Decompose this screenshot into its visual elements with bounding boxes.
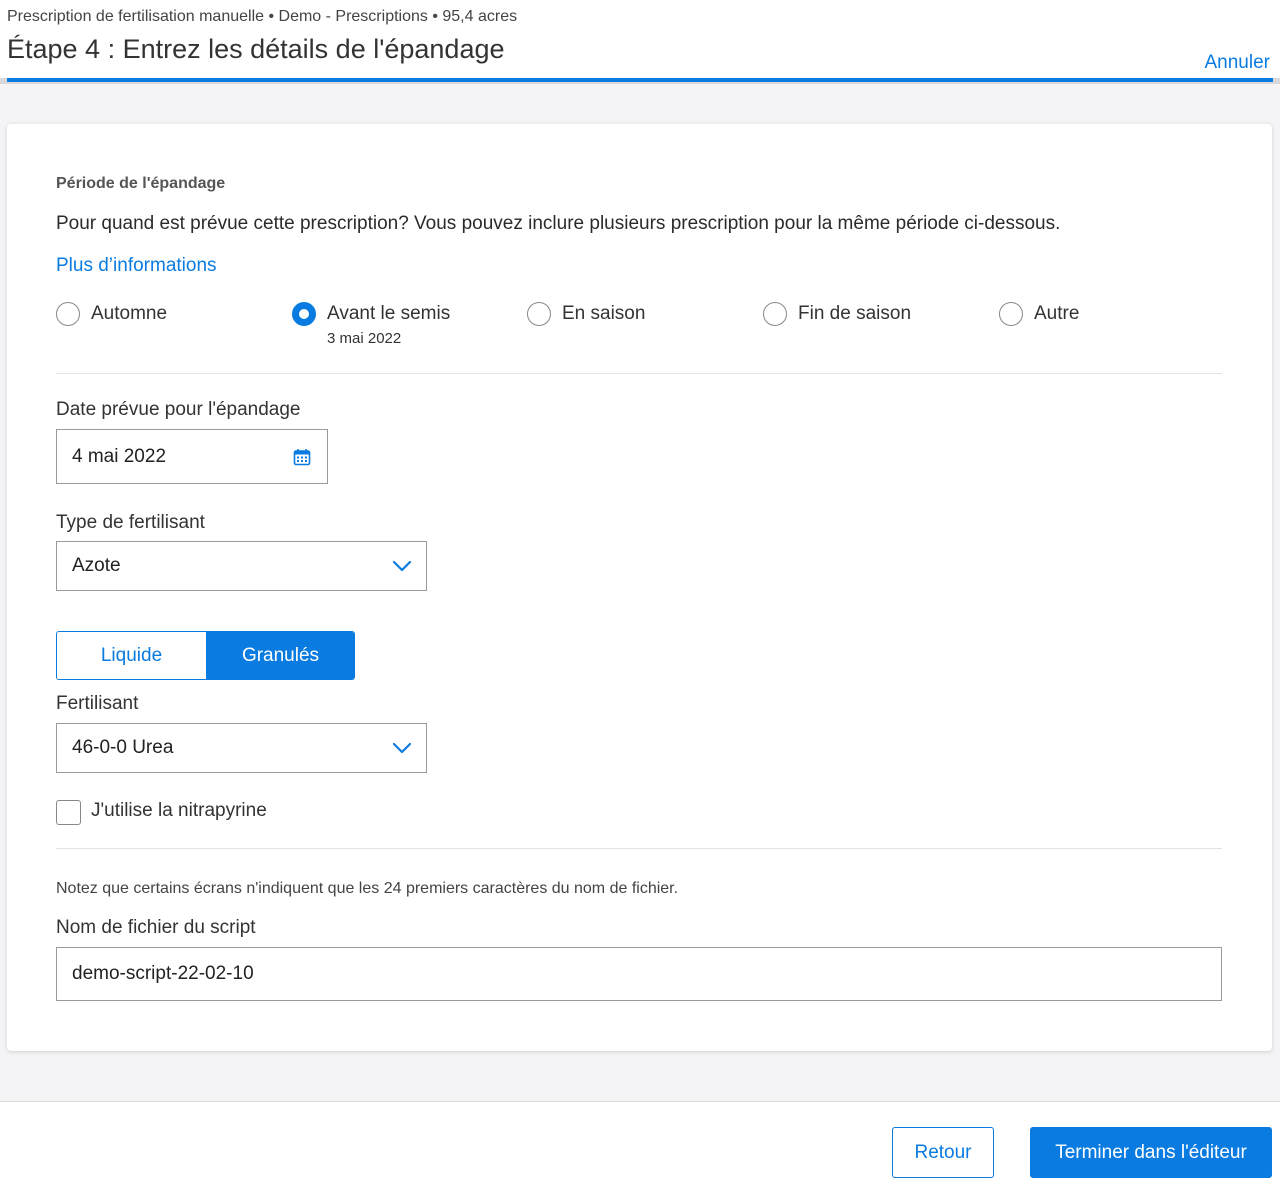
script-filename-label: Nom de fichier du script [56, 917, 256, 938]
page-title: Étape 4 : Entrez les détails de l'épanda… [7, 34, 505, 64]
fertilizer-value: 46-0-0 Urea [72, 737, 174, 758]
script-filename-value: demo-script-22-02-10 [72, 963, 254, 984]
progress-bar [0, 78, 1280, 84]
nitrapyrin-label: J'utilise la nitrapyrine [91, 800, 267, 821]
progress-bar-fill [7, 78, 1273, 82]
radio-option-fin-de-saison[interactable]: Fin de saison [763, 302, 983, 362]
radio-button[interactable] [527, 302, 551, 326]
date-field-label: Date prévue pour l'épandage [56, 399, 301, 420]
toggle-granular-button[interactable]: Granulés [206, 632, 354, 679]
period-section-title: Période de l'épandage [56, 175, 226, 192]
radio-button[interactable] [763, 302, 787, 326]
radio-option-en-saison[interactable]: En saison [527, 302, 747, 362]
form-toggle-group: Liquide Granulés [56, 631, 355, 680]
more-info-link[interactable]: Plus d’informations [56, 255, 217, 277]
finish-in-editor-button[interactable]: Terminer dans l'éditeur [1030, 1127, 1272, 1178]
radio-option-autre[interactable]: Autre [999, 302, 1219, 362]
radio-button[interactable] [999, 302, 1023, 326]
radio-label: En saison [562, 303, 646, 324]
back-button[interactable]: Retour [892, 1127, 994, 1178]
chevron-down-icon [392, 560, 412, 572]
radio-sublabel-date: 3 mai 2022 [327, 330, 402, 347]
radio-button-selected[interactable] [292, 302, 316, 326]
application-details-card: Période de l'épandage Pour quand est pré… [7, 124, 1272, 1051]
nitrapyrin-checkbox[interactable] [56, 800, 81, 825]
section-divider [56, 848, 1222, 849]
radio-label: Fin de saison [798, 303, 912, 324]
radio-option-automne[interactable]: Automne [56, 302, 276, 362]
period-question: Pour quand est prévue cette prescription… [56, 213, 1061, 234]
radio-label: Autre [1034, 303, 1080, 324]
date-input[interactable]: 4 mai 2022 [56, 429, 328, 484]
page-header: Prescription de fertilisation manuelle •… [0, 0, 1280, 84]
chevron-down-icon [392, 742, 412, 754]
fertilizer-select[interactable]: 46-0-0 Urea [56, 723, 427, 773]
fertilizer-type-value: Azote [72, 555, 121, 576]
script-filename-input[interactable]: demo-script-22-02-10 [56, 947, 1222, 1001]
toggle-liquid-button[interactable]: Liquide [57, 632, 206, 679]
radio-button[interactable] [56, 302, 80, 326]
radio-option-avant-le-semis[interactable]: Avant le semis 3 mai 2022 [292, 302, 512, 362]
fertilizer-label: Fertilisant [56, 693, 139, 714]
footer-bar: Retour Terminer dans l'éditeur [0, 1101, 1280, 1189]
date-input-value: 4 mai 2022 [72, 445, 167, 467]
calendar-icon[interactable] [293, 448, 311, 466]
radio-label: Avant le semis [327, 303, 451, 324]
section-divider [56, 373, 1222, 374]
filename-note: Notez que certains écrans n'indiquent qu… [56, 880, 679, 897]
cancel-link[interactable]: Annuler [1205, 52, 1271, 74]
breadcrumb: Prescription de fertilisation manuelle •… [7, 8, 518, 25]
radio-label: Automne [91, 303, 168, 324]
fertilizer-type-select[interactable]: Azote [56, 541, 427, 591]
fertilizer-type-label: Type de fertilisant [56, 512, 205, 533]
